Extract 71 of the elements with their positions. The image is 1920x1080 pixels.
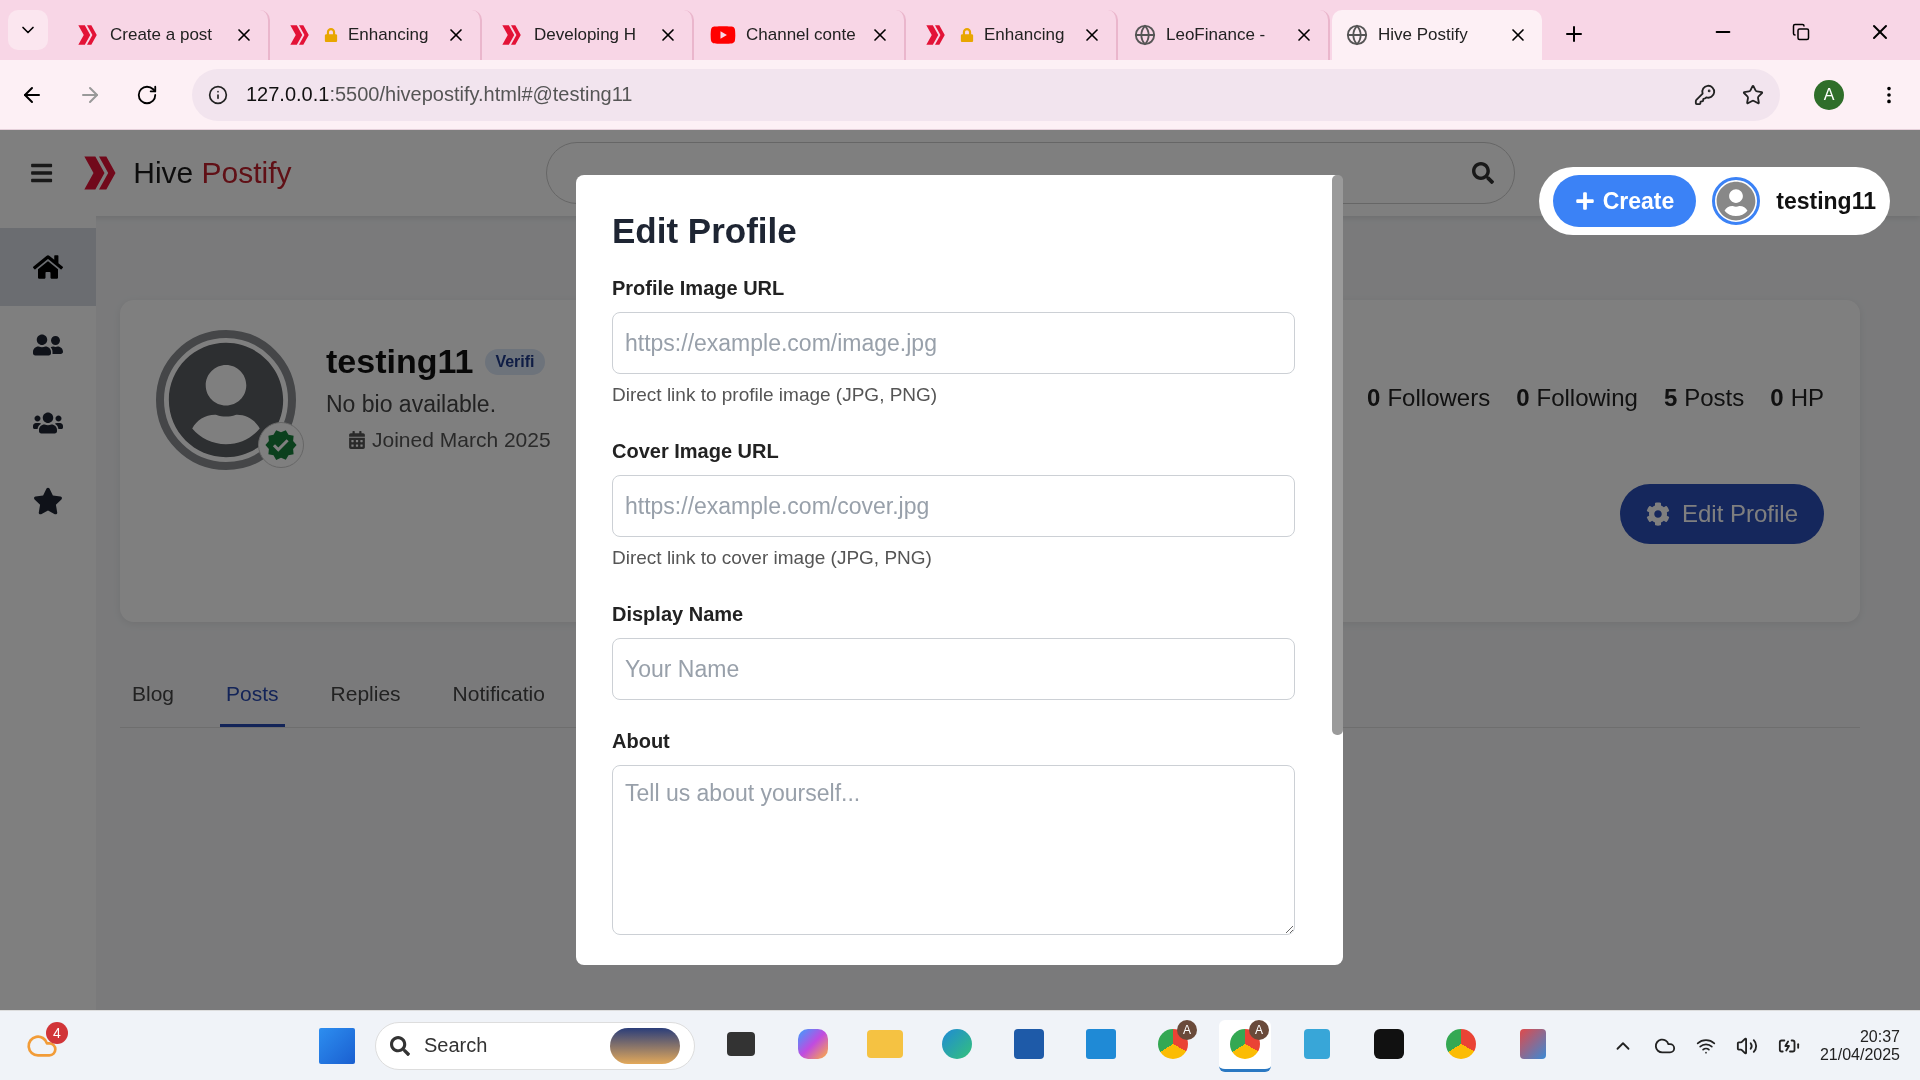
tab-title: Create a post bbox=[110, 25, 214, 45]
verified-icon bbox=[258, 422, 304, 468]
field-label: Cover Image URL bbox=[612, 440, 779, 463]
taskbar-search[interactable]: Search bbox=[375, 1021, 695, 1070]
person-icon bbox=[167, 341, 285, 459]
tab-title: Developing H bbox=[534, 25, 638, 45]
sidebar-item[interactable] bbox=[0, 228, 96, 306]
brand-name: Hive Postify bbox=[133, 156, 292, 190]
video-editor-icon[interactable] bbox=[1374, 1029, 1404, 1059]
lock-icon bbox=[324, 28, 338, 42]
home-icon bbox=[33, 252, 63, 282]
tab-title: Hive Postify bbox=[1378, 25, 1469, 45]
edge-browser-icon[interactable] bbox=[942, 1029, 972, 1059]
user-avatar[interactable] bbox=[1712, 177, 1761, 225]
tab-title: Enhancing bbox=[348, 25, 430, 45]
gear-icon bbox=[1645, 502, 1670, 526]
profile-tab[interactable]: Blog bbox=[126, 672, 181, 727]
info-icon[interactable] bbox=[208, 84, 228, 105]
field-label: Display Name bbox=[612, 603, 744, 626]
clock[interactable]: 20:37 21/04/2025 bbox=[1819, 1027, 1900, 1064]
profile-tab[interactable]: Replies bbox=[324, 672, 407, 727]
dialog-title: Edit Profile bbox=[612, 211, 798, 251]
create-button[interactable]: Create bbox=[1552, 175, 1697, 227]
username[interactable]: testing11 bbox=[1776, 187, 1876, 215]
profile-stat: 0 Followers bbox=[1367, 384, 1491, 412]
search-label: Search bbox=[424, 1034, 488, 1057]
field-label: About bbox=[612, 730, 670, 753]
chrome-icon[interactable] bbox=[1446, 1029, 1476, 1059]
profile-stat: 0 HP bbox=[1770, 384, 1824, 412]
joined-date: Joined March 2025 bbox=[372, 428, 551, 452]
profile-avatar[interactable]: A bbox=[1814, 79, 1844, 110]
notification-badge: 4 bbox=[46, 1021, 68, 1044]
tab-title: Enhancing bbox=[984, 25, 1066, 45]
field-label: Profile Image URL bbox=[612, 277, 785, 300]
copilot-icon[interactable] bbox=[798, 1029, 828, 1059]
profile-name: testing11 bbox=[326, 342, 474, 381]
input-field[interactable]: https://example.com/image.jpg bbox=[612, 312, 1295, 374]
profile-badge: A bbox=[1177, 1019, 1197, 1040]
person-icon bbox=[1716, 181, 1757, 221]
profile-bio: No bio available. bbox=[326, 391, 498, 418]
profile-stat: 5 Posts bbox=[1663, 384, 1745, 412]
address-bar[interactable]: 127.0.0.1:5500/hivepostify.html#@testing11 bbox=[192, 68, 1780, 121]
globe-icon bbox=[1134, 24, 1156, 46]
start-icon[interactable] bbox=[319, 1027, 355, 1064]
scrollbar-thumb[interactable] bbox=[1332, 175, 1343, 735]
search-highlight-picture bbox=[610, 1027, 680, 1064]
profile-badge: A bbox=[1249, 1019, 1269, 1040]
edit-profile-button[interactable]: Edit Profile bbox=[1619, 484, 1824, 544]
search-icon[interactable] bbox=[1471, 162, 1494, 184]
input-field[interactable]: Your Name bbox=[612, 638, 1295, 700]
field-help-text: Direct link to cover image (JPG, PNG) bbox=[612, 547, 932, 569]
verified-badge: Verifi bbox=[485, 348, 545, 375]
lock-icon bbox=[960, 28, 974, 42]
browser-tab[interactable]: Hive Postify bbox=[1332, 10, 1542, 60]
plus-icon bbox=[1574, 191, 1595, 211]
profile-stat: 0 Following bbox=[1516, 384, 1638, 412]
input-field[interactable]: Tell us about yourself... bbox=[612, 765, 1295, 935]
profile-tab[interactable]: Notificatio bbox=[446, 672, 551, 727]
restore-icon[interactable] bbox=[1792, 23, 1810, 41]
tab-title: LeoFinance - bbox=[1166, 25, 1267, 45]
tab-title: Channel conte bbox=[746, 25, 857, 45]
bookmark-star-icon[interactable] bbox=[1742, 83, 1764, 106]
input-field[interactable]: https://example.com/cover.jpg bbox=[612, 475, 1295, 537]
key-icon[interactable] bbox=[1694, 83, 1716, 106]
calendar-icon bbox=[348, 431, 366, 449]
star-icon bbox=[33, 486, 63, 516]
field-help-text: Direct link to profile image (JPG, PNG) bbox=[612, 384, 938, 406]
search-icon bbox=[390, 1035, 410, 1056]
globe-icon bbox=[1346, 24, 1368, 46]
url-text: 127.0.0.1:5500/hivepostify.html#@testing11 bbox=[246, 83, 633, 106]
reload-icon[interactable] bbox=[136, 83, 158, 106]
